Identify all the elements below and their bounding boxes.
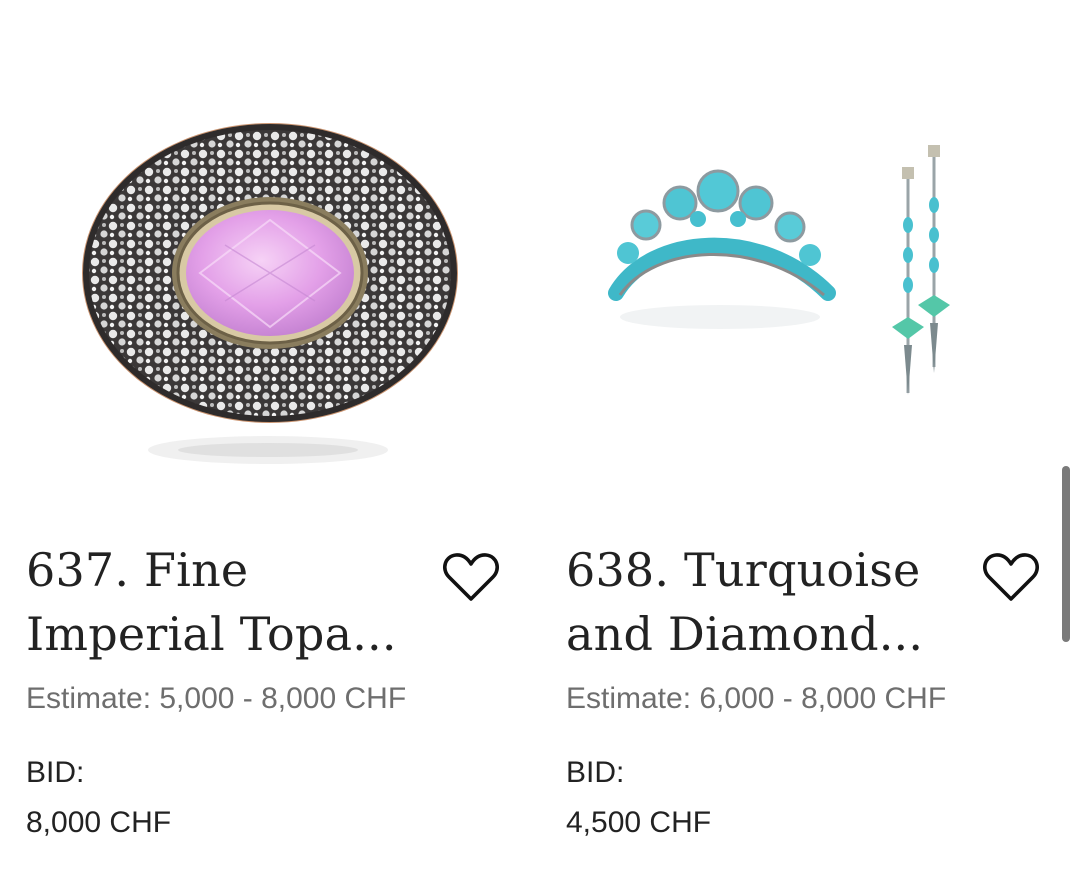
lot-title[interactable]: 637. Fine Imperial Topa...: [26, 538, 436, 666]
bid-value: 8,000 CHF: [26, 806, 172, 839]
lot-image-tiara[interactable]: [540, 95, 1060, 485]
lot-title-line-1: 637. Fine: [26, 543, 249, 597]
lot-title[interactable]: 638. Turquoise and Diamond...: [566, 538, 976, 666]
bid-label: BID:: [26, 756, 85, 789]
bid-label: BID:: [566, 756, 625, 789]
lot-image-brooch[interactable]: [0, 95, 520, 485]
brooch-illustration: [82, 123, 458, 464]
tiara-earrings-illustration: [608, 145, 950, 395]
lot-card-637[interactable]: 637. Fine Imperial Topa... Estimate: 5,0…: [0, 0, 520, 886]
scrollbar[interactable]: [1062, 466, 1070, 642]
lot-card-638[interactable]: 638. Turquoise and Diamond... Estimate: …: [540, 0, 1060, 886]
estimate-text: Estimate: 5,000 - 8,000 CHF: [26, 682, 407, 715]
favorite-button[interactable]: [440, 548, 502, 606]
lot-title-line-2: and Diamond...: [566, 607, 924, 661]
estimate-text: Estimate: 6,000 - 8,000 CHF: [566, 682, 947, 715]
tiara-icon: [608, 169, 836, 329]
lot-title-line-2: Imperial Topa...: [26, 607, 397, 661]
heart-outline-icon: [443, 553, 499, 601]
earrings-icon: [892, 145, 950, 395]
bid-value: 4,500 CHF: [566, 806, 712, 839]
lot-title-line-1: 638. Turquoise: [566, 543, 921, 597]
favorite-button[interactable]: [980, 548, 1042, 606]
heart-outline-icon: [983, 553, 1039, 601]
